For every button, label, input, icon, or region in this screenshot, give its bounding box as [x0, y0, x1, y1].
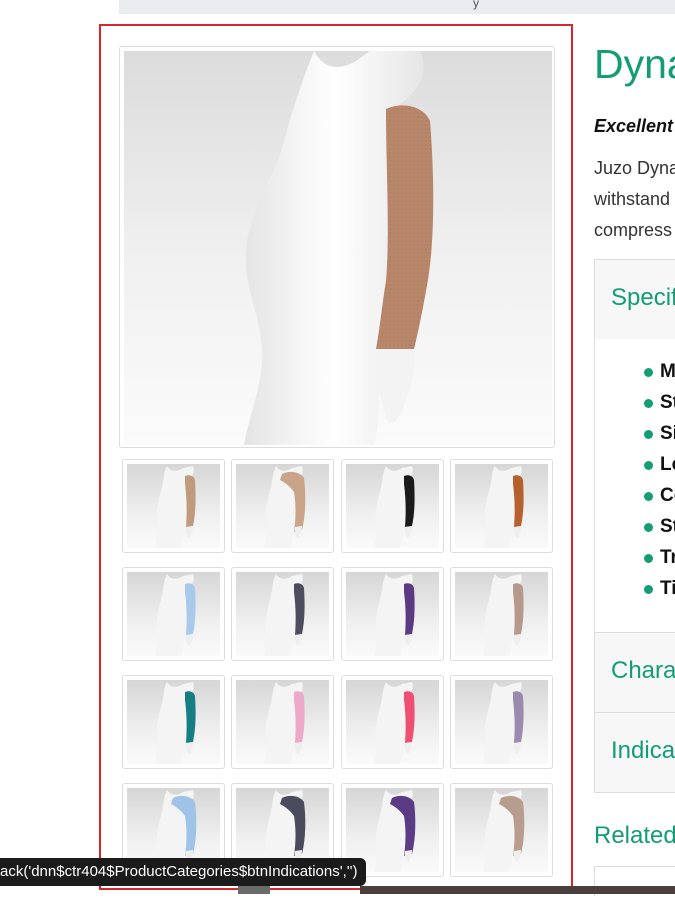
accordion-indications[interactable]: Indicat: [594, 712, 675, 793]
related-products-title: Related: [594, 822, 675, 849]
thumbnail-image: [455, 680, 548, 764]
spec-item: St: [660, 392, 675, 413]
spec-bullet: [644, 430, 653, 439]
thumbnail-image: [236, 464, 329, 548]
spec-item: Co: [660, 485, 675, 506]
color-thumbnail[interactable]: [122, 567, 225, 661]
color-thumbnail[interactable]: [341, 459, 444, 553]
thumbnail-image: [455, 464, 548, 548]
spec-item: M: [660, 361, 675, 382]
mannequin-thumbnail-image: [155, 682, 196, 764]
spec-item: St: [660, 516, 675, 537]
main-image-view: [124, 51, 552, 445]
mannequin-thumbnail-image: [155, 466, 196, 548]
spec-item: Le: [660, 454, 675, 475]
thumbnail-image: [346, 572, 439, 656]
description-line-3: compress: [594, 220, 673, 240]
product-tagline: Excellent: [594, 116, 674, 136]
mannequin-thumbnail-image: [155, 574, 196, 656]
browser-status-bar: ack('dnn$ctr404$ProductCategories$btnInd…: [0, 858, 366, 886]
mannequin-thumbnail-image: [264, 574, 305, 656]
spec-item: Tr: [660, 547, 675, 568]
color-thumbnail[interactable]: [122, 459, 225, 553]
description-line-2: withstand: [594, 189, 671, 209]
color-thumbnail[interactable]: [450, 459, 553, 553]
mannequin-thumbnail-image: [264, 682, 305, 764]
spec-bullet: [644, 368, 653, 377]
mannequin-thumbnail-image: [483, 466, 524, 548]
thumbnail-image: [346, 464, 439, 548]
thumbnail-image: [236, 572, 329, 656]
thumbnail-image: [455, 788, 548, 872]
color-thumbnail[interactable]: [231, 567, 334, 661]
thumbnail-image: [127, 464, 220, 548]
main-product-image[interactable]: [119, 46, 555, 448]
spec-bullet: [644, 492, 653, 501]
mannequin-thumbnail-image: [374, 682, 415, 764]
color-thumbnail[interactable]: [341, 675, 444, 769]
accordion-characteristics-title: Charac: [611, 657, 675, 684]
thumbnail-image: [236, 680, 329, 764]
mannequin-thumbnail-image: [374, 574, 415, 656]
description-line-1: Juzo Dyna: [594, 158, 675, 178]
accordion-characteristics[interactable]: Charac: [594, 632, 675, 713]
bottom-edge-strip-dark: [360, 886, 675, 894]
color-thumbnail[interactable]: [231, 459, 334, 553]
product-title: Dyna: [594, 41, 675, 87]
spec-item: Ti: [660, 578, 675, 599]
thumbnail-image: [455, 572, 548, 656]
spec-bullet: [644, 399, 653, 408]
spec-bullet: [644, 585, 653, 594]
mannequin-thumbnail-image: [483, 682, 524, 764]
accordion-specifications[interactable]: Specif: [594, 259, 675, 340]
mannequin-sleeve-image: [244, 51, 434, 445]
spec-item: Si: [660, 423, 675, 444]
top-banner: y: [119, 0, 675, 14]
top-banner-text: y: [473, 0, 479, 10]
color-thumbnail[interactable]: [341, 567, 444, 661]
color-thumbnail[interactable]: [450, 567, 553, 661]
thumbnail-image: [346, 680, 439, 764]
mannequin-thumbnail-image: [483, 574, 524, 656]
spec-bullet: [644, 523, 653, 532]
spec-bullet: [644, 554, 653, 563]
spec-bullet: [644, 461, 653, 470]
bottom-edge-strip: [238, 886, 270, 894]
color-thumbnail[interactable]: [450, 783, 553, 877]
mannequin-thumbnail-image: [264, 466, 306, 548]
color-thumbnail[interactable]: [231, 675, 334, 769]
thumbnail-image: [127, 680, 220, 764]
mannequin-thumbnail-image: [374, 466, 415, 548]
accordion-indications-title: Indicat: [611, 737, 675, 764]
thumbnail-image: [127, 572, 220, 656]
accordion-specifications-title: Specif: [611, 284, 675, 311]
color-thumbnail[interactable]: [450, 675, 553, 769]
mannequin-thumbnail-image: [483, 790, 525, 872]
color-thumbnail[interactable]: [122, 675, 225, 769]
